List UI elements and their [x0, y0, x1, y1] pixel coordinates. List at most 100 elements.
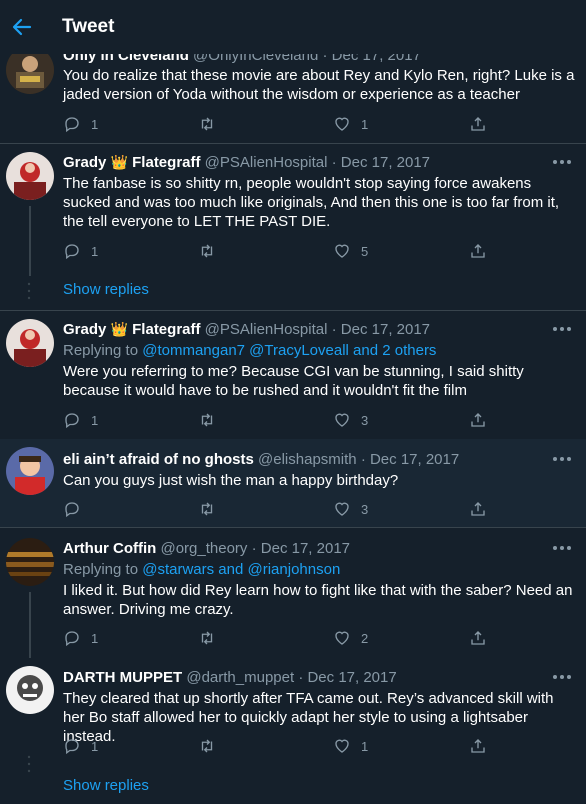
- retweet-icon: [201, 631, 213, 645]
- user-handle[interactable]: @org_theory: [160, 540, 247, 557]
- like-button[interactable]: 3: [333, 499, 368, 519]
- retweet-icon: [201, 739, 213, 753]
- tweet[interactable]: Grady 👑 Flategraff @PSAlienHospital · De…: [0, 311, 586, 438]
- retweet-button[interactable]: [198, 499, 226, 519]
- reply-icon: [65, 117, 79, 133]
- share-button[interactable]: [469, 410, 487, 430]
- thread-line: [29, 206, 31, 276]
- reply-button[interactable]: [63, 499, 91, 519]
- user-name[interactable]: Arthur Coffin: [63, 540, 156, 557]
- user-name-suffix[interactable]: Flategraff: [132, 154, 200, 171]
- user-handle[interactable]: @elishapsmith: [258, 451, 357, 468]
- replying-to-user[interactable]: @rianjohnson: [248, 561, 341, 578]
- share-icon: [471, 413, 485, 427]
- tweet-actions: 1 1: [63, 114, 523, 134]
- like-count: 3: [361, 412, 369, 428]
- share-button[interactable]: [469, 241, 487, 261]
- tweet-date[interactable]: · Dec 17, 2017: [332, 154, 430, 171]
- user-name[interactable]: DARTH MUPPET: [63, 669, 182, 686]
- like-button[interactable]: 5: [333, 241, 368, 261]
- like-count: 5: [361, 243, 369, 259]
- replying-to-label: Replying to: [63, 561, 139, 578]
- share-icon: [471, 117, 485, 131]
- more-options-icon[interactable]: [550, 154, 574, 170]
- tweet-text: Can you guys just wish the man a happy b…: [63, 472, 399, 489]
- avatar[interactable]: [6, 319, 54, 367]
- retweet-button[interactable]: [198, 736, 226, 756]
- reply-button[interactable]: 1: [63, 628, 98, 648]
- page-title: Tweet: [62, 16, 115, 37]
- tweet-date[interactable]: · Dec 17, 2017: [298, 669, 396, 686]
- retweet-button[interactable]: [198, 114, 226, 134]
- like-count: 1: [361, 116, 369, 132]
- avatar[interactable]: [6, 152, 54, 200]
- retweet-button[interactable]: [198, 410, 226, 430]
- crown-emoji: 👑: [110, 321, 128, 337]
- reply-count: 1: [91, 738, 99, 754]
- reply-button[interactable]: 1: [63, 114, 98, 134]
- reply-icon: [65, 502, 79, 518]
- user-name[interactable]: Grady: [63, 321, 106, 338]
- tweet-date[interactable]: · Dec 17, 2017: [332, 321, 430, 338]
- more-options-icon[interactable]: [550, 321, 574, 337]
- avatar[interactable]: [6, 447, 54, 495]
- user-name-suffix[interactable]: Flategraff: [132, 321, 200, 338]
- more-options-icon[interactable]: [550, 451, 574, 467]
- like-button[interactable]: 1: [333, 114, 368, 134]
- tweet-text: The fanbase is so shitty rn, people woul…: [63, 175, 560, 230]
- tweet[interactable]: eli ain’t afraid of no ghosts @elishapsm…: [0, 439, 586, 527]
- crown-emoji: 👑: [110, 154, 128, 170]
- more-options-icon[interactable]: [550, 540, 574, 556]
- reply-button[interactable]: 1: [63, 736, 98, 756]
- tweet-date[interactable]: · Dec 17, 2017: [252, 540, 350, 557]
- like-button[interactable]: 2: [333, 628, 368, 648]
- back-arrow-icon[interactable]: [10, 15, 34, 39]
- reply-count: 1: [91, 116, 99, 132]
- retweet-button[interactable]: [198, 241, 226, 261]
- user-name[interactable]: eli ain’t afraid of no ghosts: [63, 451, 254, 468]
- reply-icon: [65, 244, 79, 260]
- heart-icon: [335, 244, 349, 258]
- show-replies-link[interactable]: Show replies: [63, 281, 149, 298]
- like-count: 1: [361, 738, 369, 754]
- replying-to: Replying to @tommangan7 @TracyLoveall an…: [63, 341, 436, 361]
- like-button[interactable]: 3: [333, 410, 368, 430]
- replying-to-users[interactable]: @tommangan7 @TracyLoveall and 2 others: [142, 342, 436, 359]
- user-handle[interactable]: @PSAlienHospital: [205, 321, 328, 338]
- share-button[interactable]: [469, 114, 487, 134]
- replying-to-label: Replying to: [63, 342, 139, 359]
- like-button[interactable]: 1: [333, 736, 368, 756]
- reply-count: 1: [91, 412, 99, 428]
- tweet-text: You do realize that these movie are abou…: [63, 67, 575, 103]
- tweet[interactable]: DARTH MUPPET @darth_muppet · Dec 17, 201…: [0, 657, 586, 804]
- tweet-actions: 1 3: [63, 410, 523, 430]
- more-replies-dots: [22, 753, 36, 780]
- retweet-icon: [201, 413, 213, 427]
- more-options-icon[interactable]: [550, 669, 574, 685]
- avatar[interactable]: [6, 666, 54, 714]
- share-button[interactable]: [469, 736, 487, 756]
- heart-icon: [335, 739, 349, 753]
- user-handle[interactable]: @PSAlienHospital: [205, 154, 328, 171]
- reply-count: 1: [91, 630, 99, 646]
- share-icon: [471, 502, 485, 516]
- tweet-actions: 3: [63, 499, 523, 519]
- user-name[interactable]: Grady: [63, 154, 106, 171]
- retweet-button[interactable]: [198, 628, 226, 648]
- reply-icon: [65, 739, 79, 755]
- share-button[interactable]: [469, 628, 487, 648]
- tweet-text: Were you referring to me? Because CGI va…: [63, 363, 524, 399]
- tweet-actions: 1 5: [63, 241, 523, 261]
- avatar[interactable]: [6, 538, 54, 586]
- like-count: 3: [361, 501, 369, 517]
- reply-button[interactable]: 1: [63, 241, 98, 261]
- tweet[interactable]: Arthur Coffin @org_theory · Dec 17, 2017…: [0, 528, 586, 658]
- reply-button[interactable]: 1: [63, 410, 98, 430]
- user-handle[interactable]: @darth_muppet: [186, 669, 294, 686]
- replying-to-user[interactable]: @starwars: [142, 561, 214, 578]
- tweet-text: I liked it. But how did Rey learn how to…: [63, 582, 573, 618]
- tweet-date[interactable]: · Dec 17, 2017: [361, 451, 459, 468]
- tweet[interactable]: Grady 👑 Flategraff @PSAlienHospital · De…: [0, 144, 586, 312]
- share-button[interactable]: [469, 499, 487, 519]
- show-replies-link[interactable]: Show replies: [63, 777, 149, 794]
